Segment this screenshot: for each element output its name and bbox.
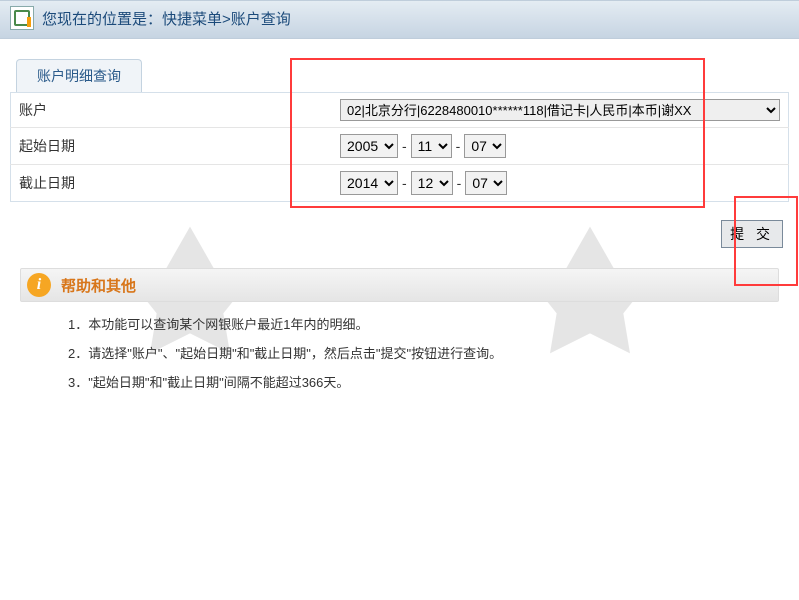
help-item: 2．请选择"账户"、"起始日期"和"截止日期"，然后点击"提交"按钮进行查询。 [68, 343, 779, 362]
breadcrumb: 您现在的位置是：快捷菜单>账户查询 [42, 8, 291, 29]
start-date-label: 起始日期 [11, 128, 163, 165]
account-label: 账户 [11, 93, 163, 128]
start-year-select[interactable]: 2005 [340, 134, 398, 158]
breadcrumb-bar: 您现在的位置是：快捷菜单>账户查询 [0, 0, 799, 39]
date-separator: - [457, 175, 462, 191]
end-date-label: 截止日期 [11, 165, 163, 202]
date-separator: - [402, 138, 407, 154]
account-select[interactable]: 02|北京分行|6228480010******118|借记卡|人民币|本币|谢… [340, 99, 780, 121]
tab-account-detail-query[interactable]: 账户明细查询 [16, 59, 142, 92]
help-title: 帮助和其他 [61, 275, 136, 296]
page-icon [10, 6, 34, 30]
start-month-select[interactable]: 11 [411, 134, 452, 158]
help-item: 3．"起始日期"和"截止日期"间隔不能超过366天。 [68, 372, 779, 391]
date-separator: - [402, 175, 407, 191]
help-item: 1．本功能可以查询某个网银账户最近1年内的明细。 [68, 314, 779, 333]
end-day-select[interactable]: 07 [465, 171, 507, 195]
help-header: i 帮助和其他 [20, 268, 779, 302]
start-day-select[interactable]: 07 [464, 134, 506, 158]
end-month-select[interactable]: 12 [411, 171, 453, 195]
end-year-select[interactable]: 2014 [340, 171, 398, 195]
date-separator: - [456, 138, 461, 154]
help-list: 1．本功能可以查询某个网银账户最近1年内的明细。 2．请选择"账户"、"起始日期… [20, 302, 779, 391]
info-icon: i [27, 273, 51, 297]
submit-button[interactable]: 提 交 [721, 220, 783, 248]
query-form: 账户 02|北京分行|6228480010******118|借记卡|人民币|本… [10, 92, 789, 202]
